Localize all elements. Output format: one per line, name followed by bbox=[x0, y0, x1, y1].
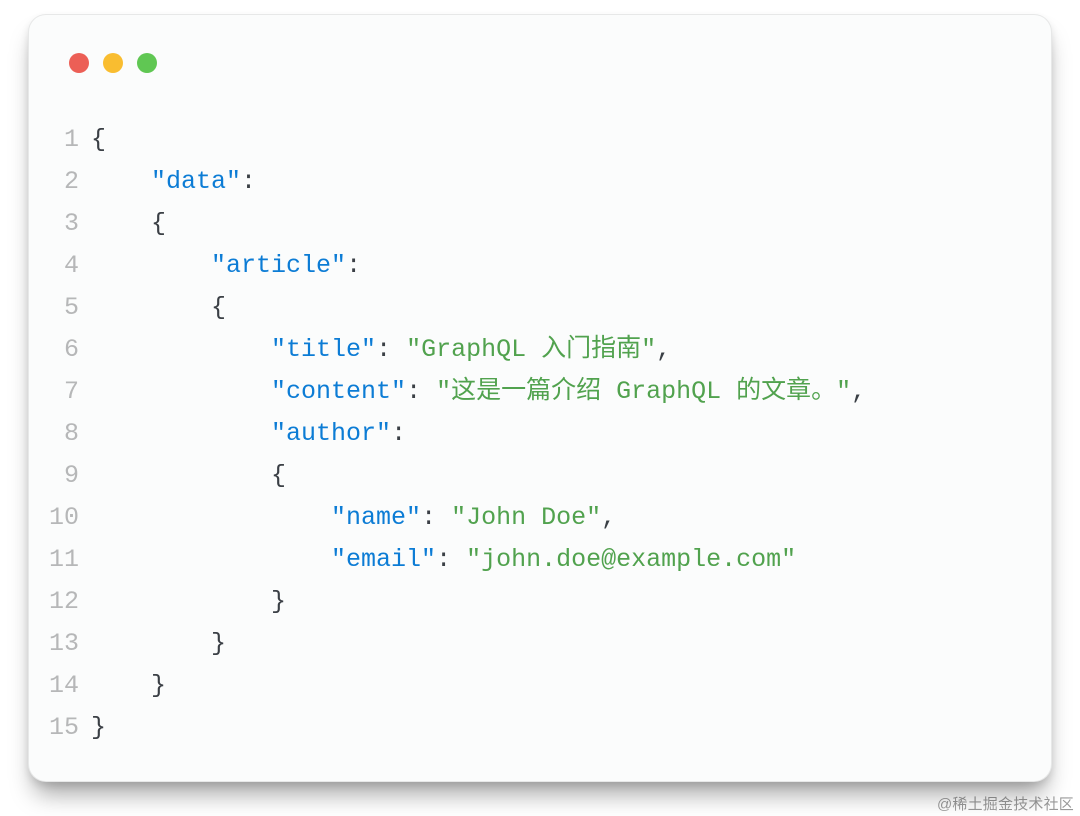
code-token-key: "data" bbox=[151, 167, 241, 196]
code-token-plain: { bbox=[91, 125, 106, 154]
code-token-plain: } bbox=[91, 629, 226, 658]
code-token-plain: { bbox=[91, 209, 166, 238]
code-content: { bbox=[91, 119, 106, 161]
code-content: } bbox=[91, 581, 286, 623]
code-token-plain: : bbox=[391, 419, 406, 448]
code-token-key: "name" bbox=[331, 503, 421, 532]
code-token-plain: : bbox=[376, 335, 406, 364]
code-token-key: "article" bbox=[211, 251, 346, 280]
code-line: 1{ bbox=[47, 119, 1033, 161]
line-number: 4 bbox=[47, 245, 91, 287]
line-number: 14 bbox=[47, 665, 91, 707]
minimize-icon[interactable] bbox=[103, 53, 123, 73]
code-line: 10 "name": "John Doe", bbox=[47, 497, 1033, 539]
line-number: 5 bbox=[47, 287, 91, 329]
code-token-plain bbox=[91, 419, 271, 448]
code-token-plain: { bbox=[91, 461, 286, 490]
watermark-text: @稀土掘金技术社区 bbox=[937, 793, 1074, 814]
code-token-plain bbox=[91, 335, 271, 364]
code-content: "data": bbox=[91, 161, 256, 203]
code-line: 2 "data": bbox=[47, 161, 1033, 203]
code-token-plain bbox=[91, 377, 271, 406]
code-content: } bbox=[91, 623, 226, 665]
code-token-plain: } bbox=[91, 671, 166, 700]
line-number: 3 bbox=[47, 203, 91, 245]
line-number: 2 bbox=[47, 161, 91, 203]
code-line: 13 } bbox=[47, 623, 1033, 665]
code-token-plain: , bbox=[601, 503, 616, 532]
code-token-key: "content" bbox=[271, 377, 406, 406]
code-line: 14 } bbox=[47, 665, 1033, 707]
code-content: { bbox=[91, 203, 166, 245]
zoom-icon[interactable] bbox=[137, 53, 157, 73]
code-line: 5 { bbox=[47, 287, 1033, 329]
line-number: 1 bbox=[47, 119, 91, 161]
close-icon[interactable] bbox=[69, 53, 89, 73]
code-token-plain: , bbox=[656, 335, 671, 364]
code-editor: 1{2 "data":3 {4 "article":5 {6 "title": … bbox=[47, 119, 1033, 749]
code-line: 6 "title": "GraphQL 入门指南", bbox=[47, 329, 1033, 371]
code-line: 3 { bbox=[47, 203, 1033, 245]
code-token-string: "John Doe" bbox=[451, 503, 601, 532]
code-token-key: "email" bbox=[331, 545, 436, 574]
code-token-key: "title" bbox=[271, 335, 376, 364]
code-token-plain bbox=[91, 251, 211, 280]
code-token-string: "这是一篇介绍 GraphQL 的文章。" bbox=[436, 377, 851, 406]
code-token-plain bbox=[91, 545, 331, 574]
line-number: 7 bbox=[47, 371, 91, 413]
code-token-plain: } bbox=[91, 713, 106, 742]
code-token-plain: , bbox=[851, 377, 866, 406]
code-content: "author": bbox=[91, 413, 406, 455]
code-token-plain: : bbox=[346, 251, 361, 280]
code-line: 4 "article": bbox=[47, 245, 1033, 287]
line-number: 12 bbox=[47, 581, 91, 623]
code-content: "email": "john.doe@example.com" bbox=[91, 539, 796, 581]
code-line: 12 } bbox=[47, 581, 1033, 623]
code-content: } bbox=[91, 707, 106, 749]
code-token-plain: : bbox=[421, 503, 451, 532]
line-number: 13 bbox=[47, 623, 91, 665]
code-token-string: "john.doe@example.com" bbox=[466, 545, 796, 574]
code-window: 1{2 "data":3 {4 "article":5 {6 "title": … bbox=[28, 14, 1052, 782]
code-line: 11 "email": "john.doe@example.com" bbox=[47, 539, 1033, 581]
code-token-key: "author" bbox=[271, 419, 391, 448]
window-controls bbox=[69, 53, 157, 73]
code-token-plain: : bbox=[436, 545, 466, 574]
code-token-plain bbox=[91, 167, 151, 196]
code-content: { bbox=[91, 287, 226, 329]
code-token-plain: : bbox=[241, 167, 256, 196]
code-token-plain bbox=[91, 503, 331, 532]
code-line: 15} bbox=[47, 707, 1033, 749]
line-number: 8 bbox=[47, 413, 91, 455]
line-number: 11 bbox=[47, 539, 91, 581]
line-number: 15 bbox=[47, 707, 91, 749]
line-number: 10 bbox=[47, 497, 91, 539]
code-token-plain: : bbox=[406, 377, 436, 406]
code-token-plain: { bbox=[91, 293, 226, 322]
code-content: "name": "John Doe", bbox=[91, 497, 616, 539]
code-content: } bbox=[91, 665, 166, 707]
code-content: "article": bbox=[91, 245, 361, 287]
code-content: "content": "这是一篇介绍 GraphQL 的文章。", bbox=[91, 371, 866, 413]
code-line: 8 "author": bbox=[47, 413, 1033, 455]
code-content: "title": "GraphQL 入门指南", bbox=[91, 329, 671, 371]
code-line: 9 { bbox=[47, 455, 1033, 497]
line-number: 9 bbox=[47, 455, 91, 497]
code-content: { bbox=[91, 455, 286, 497]
code-line: 7 "content": "这是一篇介绍 GraphQL 的文章。", bbox=[47, 371, 1033, 413]
line-number: 6 bbox=[47, 329, 91, 371]
code-token-plain: } bbox=[91, 587, 286, 616]
code-token-string: "GraphQL 入门指南" bbox=[406, 335, 656, 364]
